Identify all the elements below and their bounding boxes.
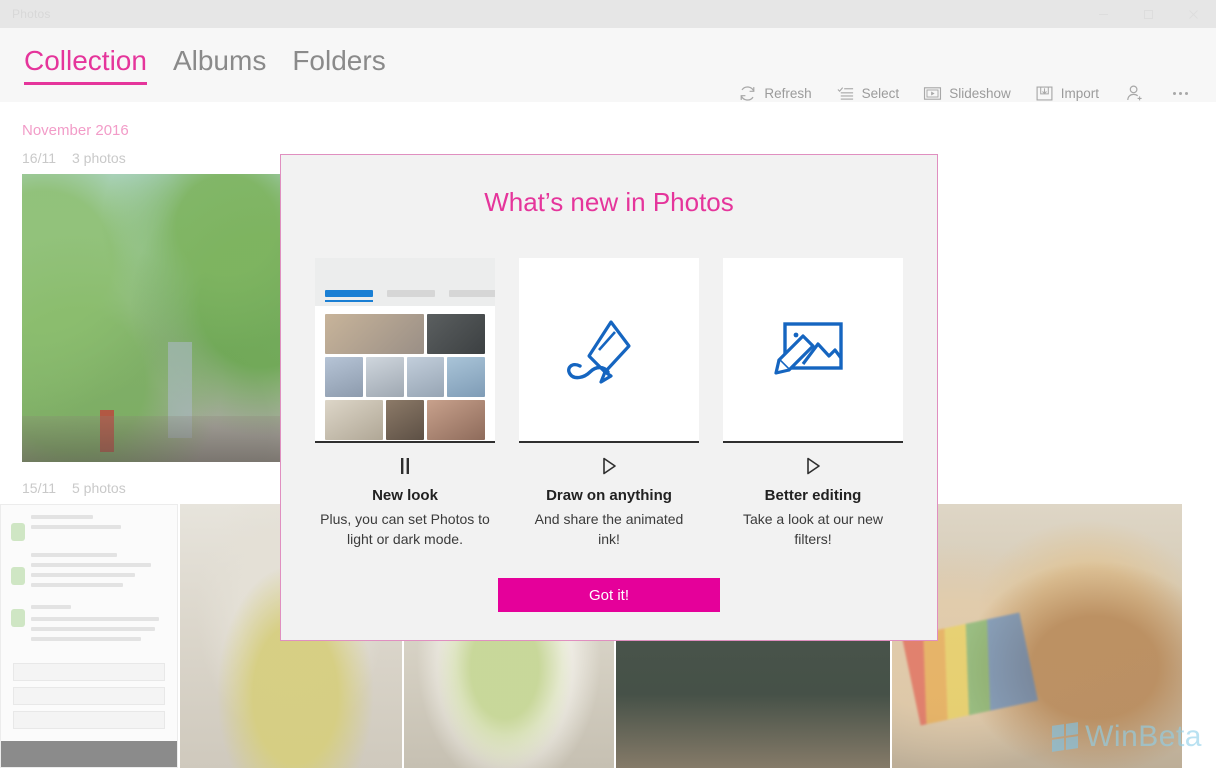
feature-cards: New look Plus, you can set Photos to lig… [315, 258, 903, 550]
card-description: Take a look at our new filters! [742, 511, 884, 548]
pause-icon[interactable] [398, 455, 412, 477]
photo-edit-icon [723, 258, 903, 443]
feature-card-draw-on-anything: Draw on anything And share the animated … [519, 258, 699, 550]
card-description: Plus, you can set Photos to light or dar… [320, 511, 490, 548]
feature-card-new-look: New look Plus, you can set Photos to lig… [315, 258, 495, 550]
card-title: Better editing [764, 487, 862, 504]
play-icon[interactable] [601, 455, 617, 477]
card-description: And share the animated ink! [534, 511, 684, 548]
photo-grid-mockup [315, 258, 495, 443]
play-icon[interactable] [805, 455, 821, 477]
dialog-title: What’s new in Photos [484, 187, 734, 217]
got-it-button[interactable]: Got it! [498, 578, 720, 612]
feature-card-better-editing: Better editing Take a look at our new fi… [723, 258, 903, 550]
card-title: New look [372, 487, 438, 504]
photos-app-window: Photos Collection Albums Folders Refresh… [0, 0, 1216, 768]
pen-ink-icon [519, 258, 699, 443]
whats-new-dialog: What’s new in Photos New look Plus, you … [280, 154, 938, 641]
card-title: Draw on anything [546, 487, 672, 504]
